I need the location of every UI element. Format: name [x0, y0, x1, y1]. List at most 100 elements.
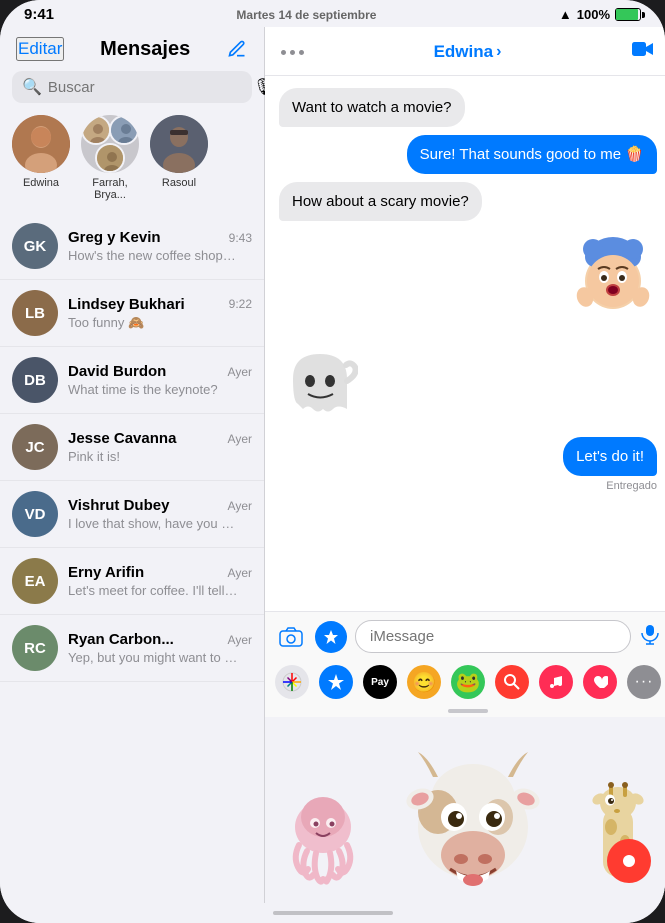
conv-preview-lindsey: Too funny 🙈 — [68, 315, 238, 331]
message-2: Sure! That sounds good to me 🍿 — [407, 135, 657, 174]
conv-top-lindsey: Lindsey Bukhari 9:22 — [68, 296, 252, 313]
conv-preview-ryan: Yep, but you might want to make it a sur… — [68, 650, 238, 665]
sidebar-title: Mensajes — [100, 38, 190, 61]
conv-avatar-jesse: JC — [12, 424, 58, 470]
conv-name-erny: Erny Arifin — [68, 564, 144, 581]
conversation-item-vishrut[interactable]: VD Vishrut Dubey Ayer I love that show, … — [0, 481, 264, 548]
applepay-button[interactable]: Pay — [363, 665, 397, 699]
conv-time-vishrut: Ayer — [228, 499, 252, 513]
avatar-container-rasoul — [150, 115, 208, 173]
home-indicator — [0, 903, 665, 923]
memoji-icon: 😊 — [412, 670, 437, 695]
video-call-icon[interactable] — [631, 39, 655, 65]
memoji-picker — [265, 717, 665, 903]
app-strip: Pay 😊 🐸 — [265, 661, 665, 709]
memoji-cow[interactable] — [398, 727, 548, 897]
conv-top-jesse: Jesse Cavanna Ayer — [68, 430, 252, 447]
animoji-button[interactable]: 🐸 — [451, 665, 485, 699]
conv-avatar-greg: GK — [12, 223, 58, 269]
conv-name-david: David Burdon — [68, 363, 166, 380]
message-5-text: Let's do it! — [576, 448, 644, 465]
conv-preview-jesse: Pink it is! — [68, 449, 238, 464]
conversation-item-david[interactable]: DB David Burdon Ayer What time is the ke… — [0, 347, 264, 414]
search-icon: 🔍 — [22, 77, 42, 97]
conv-avatar-david: DB — [12, 357, 58, 403]
mini-avatar-3 — [95, 143, 125, 173]
pinned-name-farrah: Farrah, Brya... — [80, 177, 140, 201]
conv-avatar-vishrut: VD — [12, 491, 58, 537]
message-input[interactable] — [355, 620, 631, 653]
conversation-item-jesse[interactable]: JC Jesse Cavanna Ayer Pink it is! — [0, 414, 264, 481]
pinned-contact-farrah[interactable]: Farrah, Brya... — [80, 115, 140, 201]
status-date: Martes 14 de septiembre — [236, 8, 376, 22]
status-time: 9:41 — [24, 6, 54, 23]
battery-fill — [616, 9, 638, 20]
heart-button[interactable] — [583, 665, 617, 699]
avatar-rasoul — [150, 115, 208, 173]
avatar-edwina — [12, 115, 70, 173]
conv-preview-greg: How's the new coffee shop by you guys? — [68, 248, 238, 263]
conv-time-erny: Ayer — [228, 566, 252, 580]
camera-button[interactable] — [275, 621, 307, 653]
chat-contact-name[interactable]: Edwina › — [434, 42, 502, 62]
appstore-button[interactable] — [315, 621, 347, 653]
record-button[interactable] — [607, 839, 651, 883]
pinned-contact-rasoul[interactable]: Rasoul — [150, 115, 208, 201]
photos-app-button[interactable] — [275, 665, 309, 699]
pinned-contact-edwina[interactable]: Edwina — [12, 115, 70, 201]
conversation-item-ryan[interactable]: RC Ryan Carbon... Ayer Yep, but you migh… — [0, 615, 264, 682]
search-bar[interactable]: 🔍 🎙 — [12, 71, 252, 103]
conv-preview-vishrut: I love that show, have you seen the late… — [68, 516, 238, 531]
edit-button[interactable]: Editar — [16, 37, 64, 61]
animoji-icon: 🐸 — [456, 670, 481, 695]
mic-button[interactable] — [639, 623, 661, 650]
conv-time-jesse: Ayer — [228, 432, 252, 446]
status-right: ▲ 100% — [559, 7, 641, 22]
conv-info-greg: Greg y Kevin 9:43 How's the new coffee s… — [68, 229, 252, 263]
conversation-item-lindsey[interactable]: LB Lindsey Bukhari 9:22 Too funny 🙈 — [0, 280, 264, 347]
conv-name-lindsey: Lindsey Bukhari — [68, 296, 185, 313]
home-bar — [273, 911, 393, 915]
conv-info-david: David Burdon Ayer What time is the keyno… — [68, 363, 252, 397]
chat-area: Edwina › Want to watch a movie? — [265, 27, 665, 903]
search-input[interactable] — [48, 79, 247, 96]
avatar-container-farrah — [81, 115, 139, 173]
memoji-octopus[interactable] — [283, 787, 363, 887]
signal-text: 100% — [577, 7, 610, 22]
device-frame: 9:41 Martes 14 de septiembre ▲ 100% Edit… — [0, 0, 665, 923]
pinned-name-rasoul: Rasoul — [162, 177, 196, 189]
memoji-button[interactable]: 😊 — [407, 665, 441, 699]
contact-name-text: Edwina — [434, 42, 494, 62]
pinned-name-edwina: Edwina — [23, 177, 59, 189]
dot-1 — [281, 50, 286, 55]
more-apps-button[interactable]: ··· — [627, 665, 661, 699]
header-dots — [281, 50, 304, 55]
chat-header: Edwina › — [265, 27, 665, 76]
applepay-text: Pay — [371, 677, 389, 688]
conv-top-ryan: Ryan Carbon... Ayer — [68, 631, 252, 648]
dot-2 — [290, 50, 295, 55]
message-3: How about a scary movie? — [279, 182, 482, 221]
input-area: Pay 😊 🐸 — [265, 611, 665, 717]
music-button[interactable] — [539, 665, 573, 699]
message-5: Let's do it! — [563, 437, 657, 476]
dot-3 — [299, 50, 304, 55]
avatar-group-farrah — [81, 115, 139, 173]
message-2-text: Sure! That sounds good to me 🍿 — [420, 146, 644, 163]
message-1: Want to watch a movie? — [279, 88, 465, 127]
wifi-icon: ▲ — [559, 7, 572, 22]
appstore-strip-button[interactable] — [319, 665, 353, 699]
conv-top-david: David Burdon Ayer — [68, 363, 252, 380]
conv-preview-david: What time is the keynote? — [68, 382, 238, 397]
conversation-item-greg[interactable]: GK Greg y Kevin 9:43 How's the new coffe… — [0, 213, 264, 280]
status-bar: 9:41 Martes 14 de septiembre ▲ 100% — [0, 0, 665, 27]
conv-info-jesse: Jesse Cavanna Ayer Pink it is! — [68, 430, 252, 464]
compose-button[interactable] — [226, 38, 248, 60]
conv-info-lindsey: Lindsey Bukhari 9:22 Too funny 🙈 — [68, 296, 252, 331]
messages-list: Want to watch a movie? Sure! That sounds… — [265, 76, 665, 611]
message-status-text: Entregado — [606, 480, 657, 492]
search-strip-button[interactable] — [495, 665, 529, 699]
conv-preview-erny: Let's meet for coffee. I'll tell you all… — [68, 583, 238, 598]
conv-name-jesse: Jesse Cavanna — [68, 430, 176, 447]
conversation-item-erny[interactable]: EA Erny Arifin Ayer Let's meet for coffe… — [0, 548, 264, 615]
